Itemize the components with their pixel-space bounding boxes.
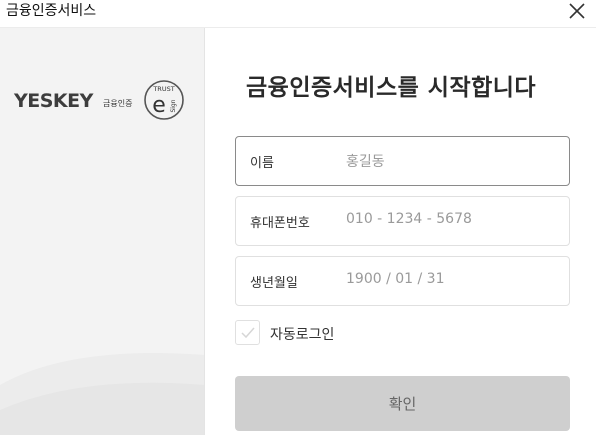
close-button[interactable] <box>564 0 590 24</box>
trust-esign-seal-icon: TRUST e Sign <box>144 80 184 120</box>
birthdate-field[interactable]: 생년월일 1900 / 01 / 31 <box>235 256 570 306</box>
login-form-panel: 금융인증서비스를 시작합니다 이름 홍길동 휴대폰번호 010 - 1234 -… <box>206 28 596 435</box>
name-placeholder: 홍길동 <box>346 154 385 170</box>
logo-brand: YESKEY <box>14 90 93 112</box>
auto-login-checkbox[interactable] <box>235 320 260 345</box>
birthdate-placeholder: 1900 / 01 / 31 <box>346 271 445 287</box>
phone-label: 휴대폰번호 <box>250 216 310 231</box>
close-icon <box>569 3 585 19</box>
window-title: 금융인증서비스 <box>6 3 97 19</box>
decorative-swoosh <box>0 353 204 435</box>
page-heading: 금융인증서비스를 시작합니다 <box>246 75 537 101</box>
title-bar: 금융인증서비스 <box>0 0 596 28</box>
seal-letter: e <box>152 93 166 118</box>
phone-field[interactable]: 휴대폰번호 010 - 1234 - 5678 <box>235 196 570 246</box>
seal-top-text: TRUST <box>152 85 174 93</box>
name-field[interactable]: 이름 홍길동 <box>235 136 570 186</box>
confirm-button[interactable]: 확인 <box>235 376 570 431</box>
birthdate-label: 생년월일 <box>250 276 298 291</box>
logo-subtext: 금융인증 <box>103 99 133 108</box>
phone-placeholder: 010 - 1234 - 5678 <box>346 211 472 227</box>
left-brand-panel: YESKEY 금융인증 TRUST e Sign <box>0 28 205 435</box>
checkmark-icon <box>241 327 255 339</box>
yeskey-logo: YESKEY 금융인증 TRUST e Sign <box>14 76 190 124</box>
name-label: 이름 <box>250 156 274 171</box>
seal-side-text: Sign <box>170 99 177 112</box>
auto-login-label: 자동로그인 <box>270 327 335 343</box>
